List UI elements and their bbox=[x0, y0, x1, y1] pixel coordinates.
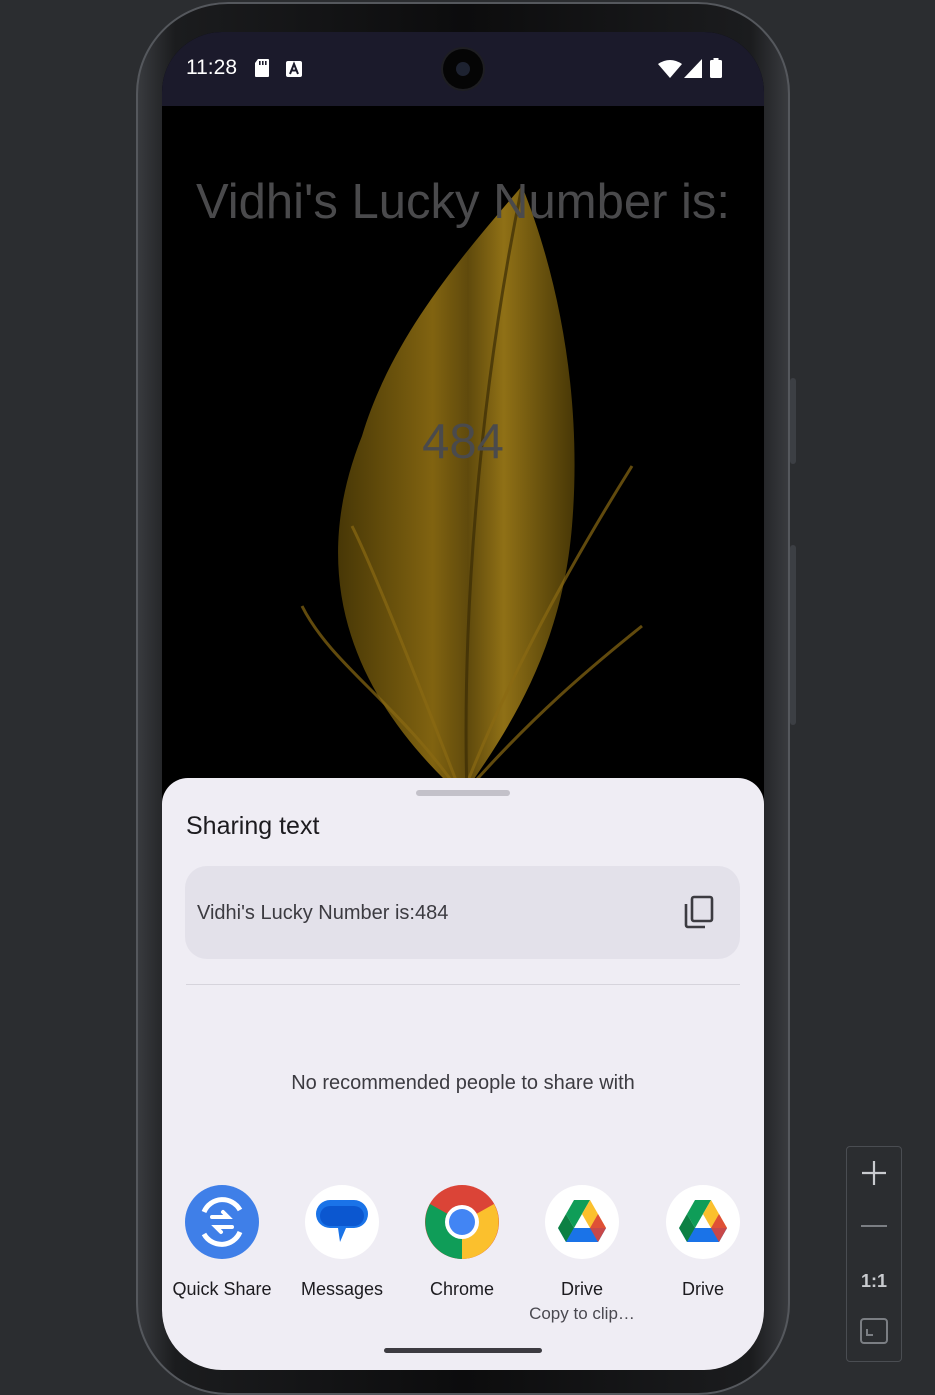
sheet-title: Sharing text bbox=[186, 812, 320, 840]
share-sheet: Sharing text Vidhi's Lucky Number is:484… bbox=[162, 778, 764, 1370]
sheet-divider bbox=[186, 984, 740, 985]
drive-icon bbox=[545, 1185, 619, 1259]
minus-icon bbox=[861, 1225, 887, 1227]
quick-share-icon bbox=[185, 1185, 259, 1259]
drive-icon bbox=[666, 1185, 740, 1259]
copy-icon[interactable] bbox=[681, 894, 717, 930]
text-a-icon bbox=[286, 61, 302, 77]
no-recommendations-message: No recommended people to share with bbox=[291, 1072, 635, 1094]
zoom-in-button[interactable] bbox=[847, 1147, 901, 1199]
sheet-drag-handle[interactable] bbox=[416, 790, 510, 796]
lucky-number-title: Vidhi's Lucky Number is: bbox=[195, 175, 731, 229]
signal-icon bbox=[684, 59, 702, 78]
messages-icon bbox=[305, 1185, 379, 1259]
device-screen: 11:28 Vidhi's Lucky Number is: 484 Shari… bbox=[162, 32, 764, 1370]
gesture-nav-bar[interactable] bbox=[384, 1348, 542, 1353]
share-target-label: Drive bbox=[681, 1279, 724, 1299]
battery-icon bbox=[710, 58, 722, 78]
plus-icon bbox=[862, 1161, 886, 1185]
power-button[interactable] bbox=[790, 378, 796, 464]
share-target-label: Chrome bbox=[429, 1279, 495, 1299]
chrome-icon bbox=[425, 1185, 499, 1259]
volume-button[interactable] bbox=[790, 545, 796, 725]
status-time: 11:28 bbox=[186, 56, 237, 79]
preview-text: Vidhi's Lucky Number is:484 bbox=[197, 902, 449, 924]
zoom-controls: 1:1 bbox=[846, 1146, 902, 1362]
fit-screen-icon bbox=[860, 1318, 888, 1344]
zoom-out-button[interactable] bbox=[847, 1199, 901, 1251]
actual-size-button[interactable]: 1:1 bbox=[847, 1253, 901, 1305]
actual-size-label: 1:1 bbox=[860, 1271, 887, 1291]
share-target-label: Messages bbox=[300, 1279, 384, 1299]
lucky-number-value: 484 bbox=[422, 415, 504, 469]
share-preview: Vidhi's Lucky Number is:484 bbox=[185, 866, 740, 959]
share-target-sublabel: Copy to clip… bbox=[529, 1304, 635, 1323]
emulator-stage: 11:28 Vidhi's Lucky Number is: 484 Shari… bbox=[0, 0, 935, 1395]
status-bar: 11:28 bbox=[162, 32, 764, 106]
fit-screen-button[interactable] bbox=[847, 1305, 901, 1357]
wifi-icon bbox=[658, 60, 682, 78]
front-camera bbox=[443, 49, 483, 89]
sd-card-icon bbox=[255, 59, 269, 77]
share-target-label: Drive bbox=[560, 1279, 603, 1299]
